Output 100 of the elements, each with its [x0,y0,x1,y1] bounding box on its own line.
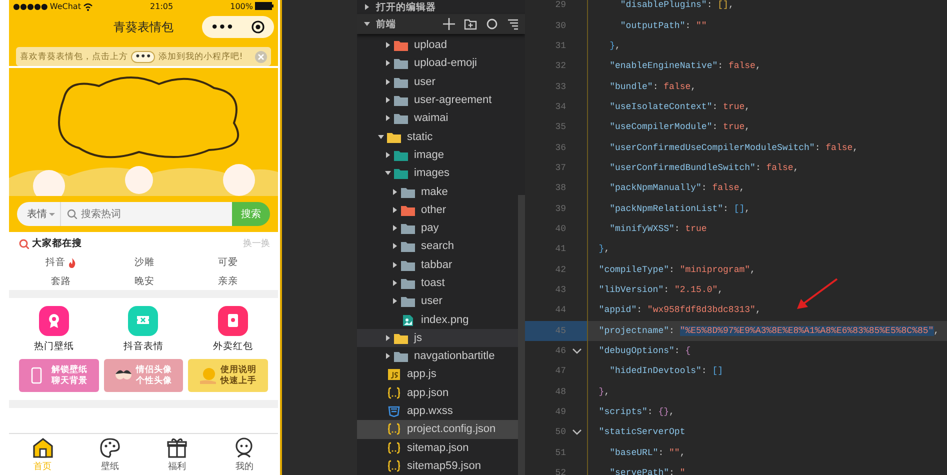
shortcut-button[interactable]: 抖音表情 [123,306,164,353]
tree-item[interactable]: sitemap59.json [357,456,518,475]
tree-item[interactable]: project.config.json [357,420,518,439]
line-number: 46 [554,346,566,356]
chevron-icon[interactable] [392,262,398,268]
chevron-icon[interactable] [572,348,582,354]
tree-item[interactable]: js [357,328,518,348]
wifi-icon [82,2,93,10]
collapse-all-icon[interactable] [507,18,519,30]
line-number: 51 [554,448,566,458]
tree-item[interactable]: user [357,292,518,310]
tree-item[interactable]: waimai [357,109,518,128]
tree-item[interactable]: make [357,182,518,201]
chevron-icon[interactable] [572,429,582,436]
code-line: "minifyWXSS": true [587,218,947,240]
line-number: 33 [554,82,566,92]
tree-item[interactable]: toast [357,274,518,292]
tree-item[interactable]: other [357,200,518,219]
notice-text: 添加到我的小程序吧! [158,50,243,62]
tree-item[interactable]: user-agreement [357,90,518,110]
chevron-icon[interactable] [364,21,370,27]
chevron-icon[interactable] [392,298,398,304]
code-line: "useIsolateContext": true, [587,96,947,118]
hot-tag[interactable]: 可爱 [218,256,238,269]
tree-item[interactable]: user [357,72,518,91]
battery-icon [255,2,274,10]
chevron-icon[interactable] [392,280,398,286]
tree-item[interactable]: app.js [357,365,518,384]
page-title: 青葵表情包 [114,18,174,36]
line-number: 50 [554,427,566,438]
line-number: 48 [554,386,566,397]
line-number: 44 [554,305,566,316]
tab-bar-item[interactable]: 我的 [210,434,278,475]
section-title: 大家都在搜 [32,237,82,250]
promo-card[interactable]: 使用说明 快速上手 [188,359,268,392]
line-number: 42 [554,264,566,275]
menu-capsule[interactable]: ••• [202,16,274,38]
section-header[interactable]: 打开的编辑器 [357,0,525,14]
tab-bar-item[interactable]: 壁纸 [76,434,144,475]
line-number: 47 [554,366,566,376]
code-line: "disablePlugins": [], [587,0,947,16]
chevron-icon[interactable] [385,78,391,85]
tree-item[interactable]: sitemap.json [357,438,518,457]
tab-bar-item[interactable]: 福利 [144,434,211,475]
new-folder-icon[interactable] [464,18,477,30]
tree-item[interactable]: index.png [357,310,518,329]
hot-tag[interactable]: 抖音 [45,256,76,269]
tree-item[interactable]: upload [357,36,518,54]
chevron-icon[interactable] [364,4,370,10]
chevron-icon[interactable] [392,243,398,250]
tree-item[interactable]: search [357,237,518,256]
category-dropdown[interactable]: 表情 [17,202,61,226]
notice-text: 喜欢青葵表情包，点击上方 [20,50,128,62]
tree-item[interactable]: images [357,164,518,182]
line-number: 35 [554,122,566,132]
chevron-icon[interactable] [385,353,391,360]
hot-tag[interactable]: 沙雕 [134,256,154,269]
chevron-icon[interactable] [385,152,391,158]
plus-icon[interactable] [443,18,455,30]
search-field[interactable]: 搜索热词 [81,202,232,226]
code-line: "scripts": {}, [587,402,947,422]
code-line: "packNpmManually": false, [587,178,947,198]
chevron-icon[interactable] [392,225,398,232]
code-line: "debugOptions": { [587,340,947,362]
tree-item[interactable]: static [357,127,518,146]
hot-tag[interactable]: 亲亲 [218,275,238,288]
chevron-icon[interactable] [392,188,398,195]
user-icon [233,436,256,458]
search-icon [19,238,29,248]
tree-item[interactable]: app.json [357,384,518,402]
battery-level: 100% [230,2,253,10]
hot-tag[interactable]: 套路 [50,275,71,288]
tree-item[interactable]: upload-emoji [357,54,518,73]
line-number: 34 [554,102,566,112]
tree-item[interactable]: tabbar [357,256,518,274]
code-line: "useCompilerModule": true, [587,117,947,138]
chevron-icon[interactable] [385,60,391,66]
chevron-icon[interactable] [385,97,391,104]
chevron-icon[interactable] [385,42,391,48]
chevron-icon[interactable] [385,170,391,176]
tree-item[interactable]: navgationbartitle [357,347,518,366]
hot-tag[interactable]: 晚安 [134,275,154,288]
code-line: "outputPath": "" [587,15,947,36]
line-number: 30 [554,20,566,31]
tree-item[interactable]: app.wxss [357,402,518,420]
chevron-icon[interactable] [385,115,391,122]
tree-item[interactable]: image [357,146,518,164]
carrier-name: WeChat [50,2,81,10]
code-line: "bundle": false, [587,76,947,97]
chevron-icon[interactable] [392,206,398,213]
scrollbar-thumb[interactable] [518,195,525,475]
shortcut-button[interactable]: 热门壁纸 [34,306,74,353]
palette-icon [98,436,121,458]
section-header[interactable]: 前端 [357,14,525,34]
tree-item[interactable]: pay [357,218,518,238]
chevron-icon[interactable] [378,134,384,140]
line-number: 39 [554,204,566,214]
line-number: 43 [554,284,566,295]
shortcut-button[interactable]: 外卖红包 [213,306,254,353]
chevron-icon[interactable] [385,334,391,341]
